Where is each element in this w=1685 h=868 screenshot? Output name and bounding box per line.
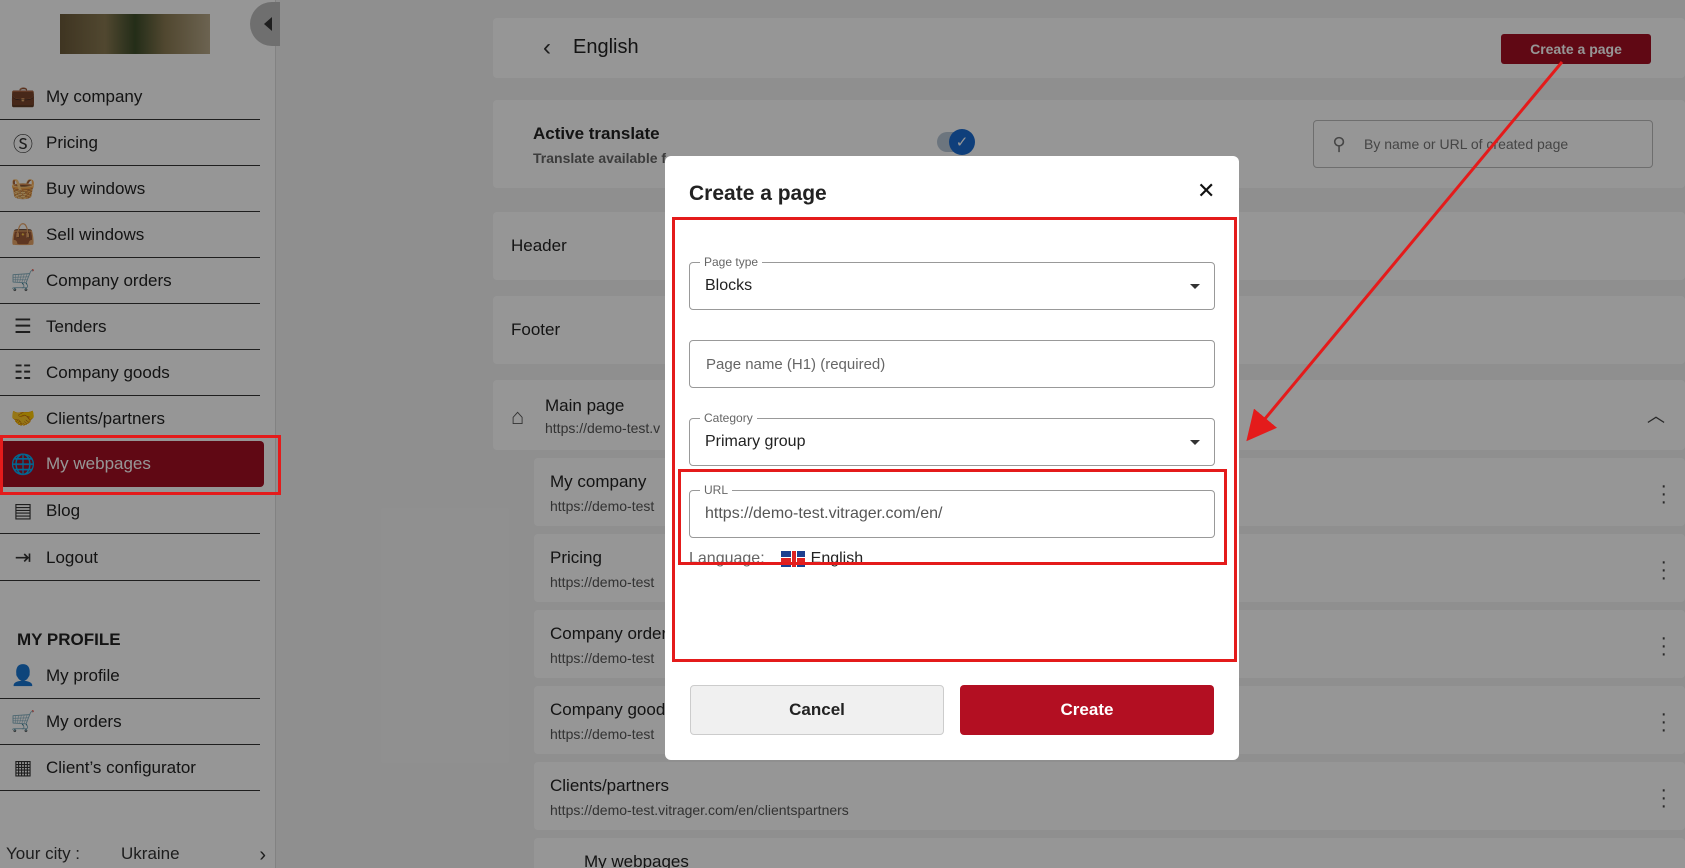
highlight-box-sidebar	[0, 435, 281, 495]
highlight-box-url	[678, 469, 1227, 565]
cancel-button[interactable]: Cancel	[690, 685, 944, 735]
close-icon[interactable]: ✕	[1197, 178, 1215, 204]
dialog-title: Create a page	[689, 182, 827, 205]
highlight-box-form	[672, 217, 1237, 662]
create-button[interactable]: Create	[960, 685, 1214, 735]
